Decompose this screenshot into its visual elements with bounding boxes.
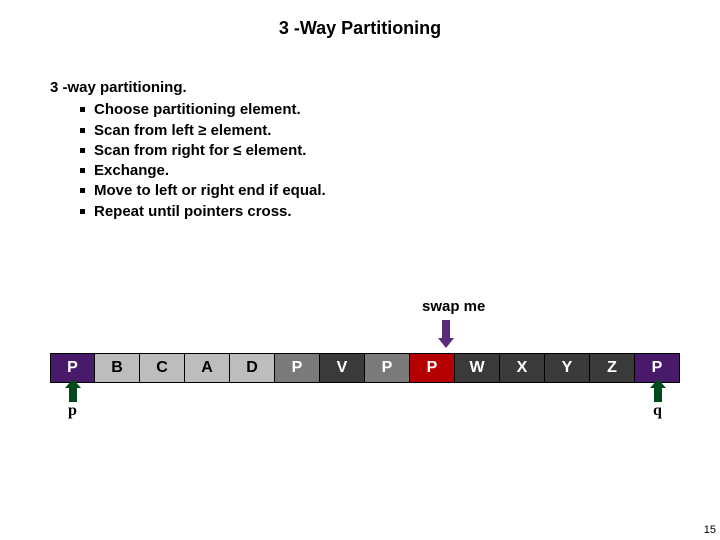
array-cell: C xyxy=(140,353,185,383)
bullet-list: Choose partitioning element. Scan from l… xyxy=(50,100,326,222)
array-row: PBCADPVPPWXYZP xyxy=(50,353,680,383)
bullet-item: Choose partitioning element. xyxy=(80,100,326,120)
arrow-up-icon xyxy=(69,388,77,402)
array-cell: P xyxy=(275,353,320,383)
bullet-item: Scan from right for ≤ element. xyxy=(80,141,326,161)
array-cell: P xyxy=(410,353,455,383)
bullet-item: Repeat until pointers cross. xyxy=(80,202,326,222)
pointer-p-label: p xyxy=(68,402,77,420)
section-heading: 3 -way partitioning. xyxy=(50,78,326,98)
arrow-down-icon xyxy=(442,320,450,338)
bullet-item: Exchange. xyxy=(80,161,326,181)
array-cell: X xyxy=(500,353,545,383)
page-number: 15 xyxy=(704,524,716,536)
array-cell: A xyxy=(185,353,230,383)
array-cell: W xyxy=(455,353,500,383)
content-block: 3 -way partitioning. Choose partitioning… xyxy=(50,78,326,222)
bullet-item: Scan from left ≥ element. xyxy=(80,121,326,141)
swap-label: swap me xyxy=(422,298,485,315)
array-cell: D xyxy=(230,353,275,383)
array-cell: V xyxy=(320,353,365,383)
pointer-q-label: q xyxy=(653,402,662,420)
array-cell: Y xyxy=(545,353,590,383)
arrow-up-icon xyxy=(654,388,662,402)
slide-title: 3 -Way Partitioning xyxy=(0,0,720,39)
array-cell: Z xyxy=(590,353,635,383)
array-cell: B xyxy=(95,353,140,383)
bullet-item: Move to left or right end if equal. xyxy=(80,181,326,201)
array-cell: P xyxy=(365,353,410,383)
